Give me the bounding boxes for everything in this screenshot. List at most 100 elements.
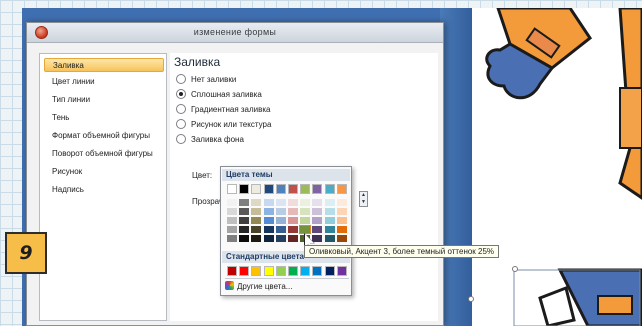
- sidebar-item-fill[interactable]: Заливка: [44, 58, 164, 72]
- sidebar-item-text-box[interactable]: Надпись: [44, 183, 164, 197]
- standard-color-swatch[interactable]: [251, 266, 262, 276]
- standard-color-swatch[interactable]: [239, 266, 250, 276]
- theme-tint-swatch[interactable]: [336, 208, 347, 215]
- spin-down-icon[interactable]: ▼: [360, 199, 367, 206]
- standard-color-swatch[interactable]: [263, 266, 274, 276]
- theme-tint-swatch[interactable]: [227, 217, 237, 224]
- spin-up-icon[interactable]: ▲: [360, 192, 367, 199]
- theme-color-swatch[interactable]: [227, 184, 237, 194]
- theme-tint-swatch[interactable]: [312, 235, 323, 242]
- theme-tint-swatch[interactable]: [263, 226, 274, 233]
- theme-color-swatch[interactable]: [239, 184, 250, 194]
- theme-tint-swatch[interactable]: [275, 235, 286, 242]
- theme-tint-swatch[interactable]: [239, 208, 250, 215]
- theme-color-swatch[interactable]: [312, 184, 323, 194]
- sidebar-item-3d-format[interactable]: Формат объемной фигуры: [44, 129, 164, 143]
- theme-tint-swatch[interactable]: [300, 208, 311, 215]
- radio-button[interactable]: [176, 74, 186, 84]
- selection-handle[interactable]: [512, 266, 518, 272]
- radio-label: Рисунок или текстура: [191, 120, 272, 129]
- theme-tint-swatch[interactable]: [251, 235, 262, 242]
- radio-button[interactable]: [176, 134, 186, 144]
- radio-label: Градиентная заливка: [191, 105, 271, 114]
- radio-solid-fill[interactable]: Сплошная заливка: [176, 88, 262, 101]
- selected-swatch-highlight: [299, 225, 312, 234]
- theme-tint-swatch[interactable]: [288, 226, 298, 233]
- standard-color-swatch[interactable]: [275, 266, 286, 276]
- theme-tint-swatch[interactable]: [312, 208, 323, 215]
- theme-tint-swatch[interactable]: [263, 217, 274, 224]
- radio-button[interactable]: [176, 119, 186, 129]
- transparency-spinner[interactable]: ▲ ▼: [359, 191, 368, 207]
- theme-color-swatch[interactable]: [324, 184, 335, 194]
- theme-tint-swatch[interactable]: [288, 208, 298, 215]
- radio-background-fill[interactable]: Заливка фона: [176, 133, 244, 146]
- theme-color-swatch[interactable]: [263, 184, 274, 194]
- theme-tint-swatch[interactable]: [312, 199, 323, 206]
- theme-tint-swatch[interactable]: [312, 217, 323, 224]
- theme-tint-swatch[interactable]: [263, 208, 274, 215]
- theme-tint-swatch[interactable]: [324, 208, 335, 215]
- sidebar-item-shadow[interactable]: Тень: [44, 111, 164, 125]
- theme-tint-swatch[interactable]: [300, 199, 311, 206]
- theme-tint-swatch[interactable]: [227, 208, 237, 215]
- theme-tint-swatch[interactable]: [324, 235, 335, 242]
- theme-color-swatch[interactable]: [288, 184, 298, 194]
- theme-tint-swatch[interactable]: [288, 217, 298, 224]
- theme-tint-swatch[interactable]: [312, 226, 323, 233]
- standard-color-swatch[interactable]: [312, 266, 323, 276]
- theme-tint-swatch[interactable]: [239, 199, 250, 206]
- theme-tint-swatch[interactable]: [275, 226, 286, 233]
- standard-color-swatch[interactable]: [288, 266, 298, 276]
- theme-tint-swatch[interactable]: [288, 235, 298, 242]
- theme-color-swatch[interactable]: [300, 184, 311, 194]
- standard-color-swatch[interactable]: [336, 266, 347, 276]
- standard-color-swatch[interactable]: [300, 266, 311, 276]
- theme-color-swatch[interactable]: [336, 184, 347, 194]
- theme-tint-swatch[interactable]: [324, 199, 335, 206]
- theme-tint-swatch[interactable]: [227, 235, 237, 242]
- radio-button[interactable]: [176, 89, 186, 99]
- radio-no-fill[interactable]: Нет заливки: [176, 73, 236, 86]
- color-wheel-icon: [225, 281, 234, 290]
- theme-tint-swatch[interactable]: [336, 217, 347, 224]
- color-tooltip: Оливковый, Акцент 3, более темный оттено…: [304, 245, 500, 258]
- theme-tint-swatch[interactable]: [251, 208, 262, 215]
- radio-picture-texture-fill[interactable]: Рисунок или текстура: [176, 118, 271, 131]
- theme-tint-swatch[interactable]: [336, 226, 347, 233]
- theme-tint-swatch[interactable]: [288, 199, 298, 206]
- theme-tint-swatch[interactable]: [324, 226, 335, 233]
- more-colors-item[interactable]: Другие цвета...: [225, 281, 292, 293]
- theme-tint-swatch[interactable]: [336, 199, 347, 206]
- theme-tint-swatch[interactable]: [336, 235, 347, 242]
- theme-tint-swatch[interactable]: [275, 208, 286, 215]
- theme-tint-swatch[interactable]: [263, 199, 274, 206]
- radio-gradient-fill[interactable]: Градиентная заливка: [176, 103, 271, 116]
- color-label: Цвет:: [192, 171, 213, 180]
- theme-color-swatch[interactable]: [275, 184, 286, 194]
- theme-tint-swatch[interactable]: [239, 217, 250, 224]
- dialog-titlebar[interactable]: изменение формы: [27, 23, 443, 43]
- sidebar-item-line-style[interactable]: Тип линии: [44, 93, 164, 107]
- sidebar-item-picture[interactable]: Рисунок: [44, 165, 164, 179]
- theme-tint-swatch[interactable]: [251, 217, 262, 224]
- sidebar-item-line-color[interactable]: Цвет линии: [44, 75, 164, 89]
- radio-label: Сплошная заливка: [191, 90, 262, 99]
- theme-tint-swatch[interactable]: [300, 217, 311, 224]
- selection-handle[interactable]: [468, 296, 474, 302]
- theme-tint-swatch[interactable]: [227, 226, 237, 233]
- theme-tint-swatch[interactable]: [251, 226, 262, 233]
- theme-tint-swatch[interactable]: [324, 217, 335, 224]
- radio-button[interactable]: [176, 104, 186, 114]
- standard-color-swatch[interactable]: [324, 266, 335, 276]
- standard-color-swatch[interactable]: [227, 266, 237, 276]
- theme-tint-swatch[interactable]: [263, 235, 274, 242]
- theme-tint-swatch[interactable]: [251, 199, 262, 206]
- theme-tint-swatch[interactable]: [275, 217, 286, 224]
- theme-color-swatch[interactable]: [251, 184, 262, 194]
- theme-tint-swatch[interactable]: [227, 199, 237, 206]
- theme-tint-swatch[interactable]: [275, 199, 286, 206]
- sidebar-item-3d-rotation[interactable]: Поворот объемной фигуры: [44, 147, 164, 161]
- theme-tint-swatch[interactable]: [239, 235, 250, 242]
- theme-tint-swatch[interactable]: [239, 226, 250, 233]
